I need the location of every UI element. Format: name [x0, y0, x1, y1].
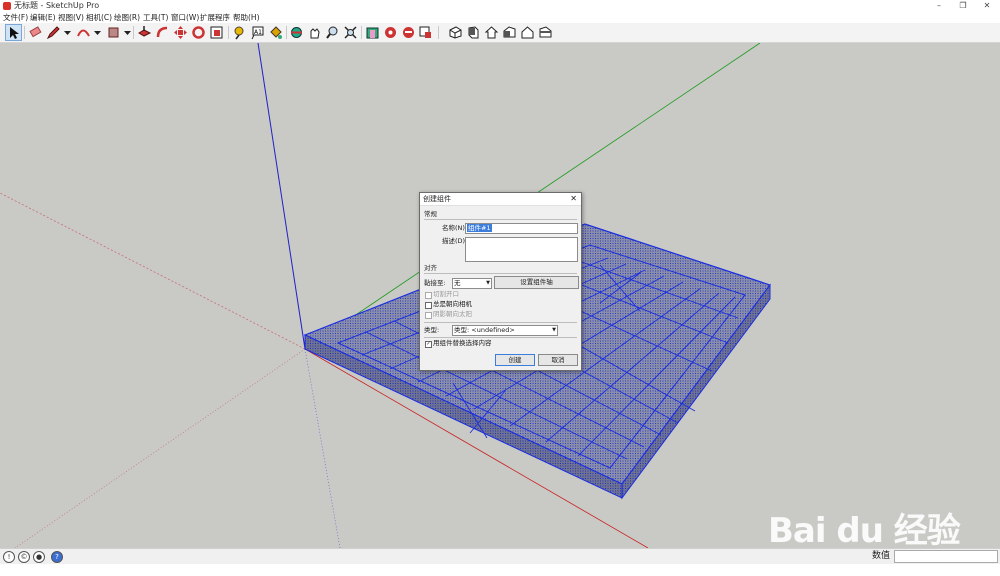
- general-section-label: 常规: [424, 210, 437, 218]
- cut-opening-label: 切割开口: [433, 290, 459, 298]
- always-face-camera-label: 总是朝向相机: [433, 300, 472, 308]
- shadows-face-sun-label: 阴影朝向太阳: [433, 310, 472, 318]
- replace-selection-checkbox[interactable]: ✓: [425, 341, 432, 348]
- watermark-logo: Bai du 经验: [768, 511, 961, 551]
- create-component-dialog: 创建组件 ✕ 常规 名称(N): 组件#1 描述(D): 对齐 黏接至: 无 ▼…: [419, 192, 582, 371]
- name-label: 名称(N):: [442, 224, 468, 232]
- rectangle-icon[interactable]: [106, 25, 121, 40]
- glue-to-select[interactable]: 无 ▼: [452, 278, 492, 289]
- measurements-label: 数值: [872, 551, 891, 561]
- arc-dropdown-icon[interactable]: [90, 25, 101, 40]
- top-view-icon[interactable]: [466, 25, 481, 40]
- send-icon[interactable]: [418, 25, 433, 40]
- menu-tools[interactable]: 工具(T): [143, 12, 168, 23]
- window-title: 无标题 - SketchUp Pro: [14, 1, 100, 10]
- front-view-icon[interactable]: [484, 25, 499, 40]
- chevron-down-icon: ▼: [552, 327, 556, 333]
- push-pull-icon[interactable]: [137, 25, 152, 40]
- menu-file[interactable]: 文件(F): [3, 12, 28, 23]
- replace-selection-label: 用组件替换选择内容: [433, 339, 492, 347]
- dialog-title: 创建组件: [423, 195, 451, 203]
- arc-icon[interactable]: [76, 25, 91, 40]
- tape-measure-icon[interactable]: [232, 25, 247, 40]
- left-view-icon[interactable]: [538, 25, 553, 40]
- status-bar: ! © ● ? 数值: [0, 548, 1000, 564]
- eraser-icon[interactable]: [28, 25, 43, 40]
- iso-view-icon[interactable]: [448, 25, 463, 40]
- create-button[interactable]: 创建: [495, 354, 535, 366]
- user-icon[interactable]: ●: [33, 551, 45, 563]
- text-icon[interactable]: A1: [250, 25, 265, 40]
- back-view-icon[interactable]: [520, 25, 535, 40]
- minimize-button[interactable]: –: [928, 0, 950, 12]
- menu-draw[interactable]: 绘图(R): [114, 12, 140, 23]
- restore-button[interactable]: ❐: [952, 0, 974, 12]
- dialog-close-button[interactable]: ✕: [570, 193, 577, 205]
- extension-warehouse-icon[interactable]: [383, 25, 398, 40]
- scale-icon[interactable]: [209, 25, 224, 40]
- follow-me-icon[interactable]: [155, 25, 170, 40]
- always-face-camera-checkbox[interactable]: [425, 302, 432, 309]
- menu-help[interactable]: 帮助(H): [233, 12, 260, 23]
- description-label: 描述(D):: [442, 237, 468, 245]
- paint-bucket-icon[interactable]: [268, 25, 283, 40]
- cancel-button[interactable]: 取消: [538, 354, 578, 366]
- dialog-titlebar: 创建组件 ✕: [420, 193, 581, 206]
- main-toolbar: A1: [0, 23, 1000, 43]
- name-input[interactable]: 组件#1: [465, 223, 578, 234]
- move-icon[interactable]: [173, 25, 188, 40]
- cut-opening-checkbox[interactable]: [425, 292, 432, 299]
- svg-text:A1: A1: [254, 29, 262, 36]
- chevron-down-icon: ▼: [486, 280, 490, 286]
- layout-icon[interactable]: [401, 25, 416, 40]
- sketchup-logo-icon: [3, 2, 11, 10]
- rectangle-dropdown-icon[interactable]: [120, 25, 131, 40]
- orbit-icon[interactable]: [289, 25, 304, 40]
- geo-location-icon[interactable]: !: [3, 551, 15, 563]
- glue-to-label: 黏接至:: [424, 279, 446, 287]
- menu-view[interactable]: 视图(V): [58, 12, 84, 23]
- pencil-icon[interactable]: [46, 25, 61, 40]
- alignment-section-label: 对齐: [424, 264, 437, 272]
- pencil-dropdown-icon[interactable]: [60, 25, 71, 40]
- zoom-icon[interactable]: [325, 25, 340, 40]
- zoom-extents-icon[interactable]: [343, 25, 358, 40]
- right-view-icon[interactable]: [502, 25, 517, 40]
- select-icon[interactable]: [5, 24, 22, 41]
- measurements-input[interactable]: [894, 550, 998, 563]
- warehouse-icon[interactable]: [365, 25, 380, 40]
- type-label: 类型:: [424, 326, 440, 334]
- rotate-icon[interactable]: [191, 25, 206, 40]
- window-titlebar: 无标题 - SketchUp Pro – ❐ ✕: [0, 0, 1000, 12]
- menu-edit[interactable]: 编辑(E): [30, 12, 56, 23]
- menu-camera[interactable]: 相机(C): [86, 12, 112, 23]
- name-input-value: 组件#1: [467, 224, 492, 233]
- set-component-axes-button[interactable]: 设置组件轴: [494, 276, 579, 289]
- name-value-selected: 组件#1: [467, 224, 492, 232]
- menu-bar: 文件(F) 编辑(E) 视图(V) 相机(C) 绘图(R) 工具(T) 窗口(W…: [0, 12, 1000, 23]
- credits-icon[interactable]: ©: [18, 551, 30, 563]
- pan-icon[interactable]: [307, 25, 322, 40]
- close-button[interactable]: ✕: [976, 0, 998, 12]
- type-select[interactable]: 类型: <undefined> ▼: [452, 325, 558, 336]
- description-textarea[interactable]: [465, 237, 578, 262]
- menu-window[interactable]: 窗口(W): [171, 12, 199, 23]
- menu-extensions[interactable]: 扩展程序: [200, 12, 230, 23]
- help-icon[interactable]: ?: [51, 551, 63, 563]
- shadows-face-sun-checkbox[interactable]: [425, 312, 432, 319]
